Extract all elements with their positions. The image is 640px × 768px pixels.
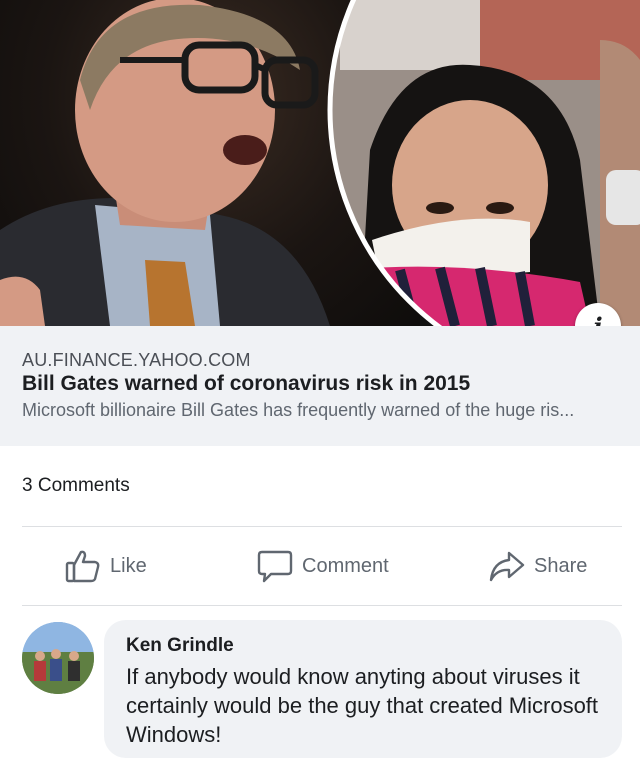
comments-count[interactable]: 3 Comments [22, 475, 130, 497]
like-label: Like [110, 554, 147, 577]
link-domain: AU.FINANCE.YAHOO.COM [22, 350, 251, 370]
divider [22, 605, 622, 606]
comment-author[interactable]: Ken Grindle [126, 635, 234, 657]
thumbs-up-icon [64, 547, 102, 585]
divider [22, 526, 622, 527]
link-title[interactable]: Bill Gates warned of coronavirus risk in… [22, 372, 470, 396]
link-description: Microsoft billionaire Bill Gates has fre… [22, 400, 575, 420]
speech-bubble-icon [256, 547, 294, 585]
share-label: Share [534, 554, 588, 577]
woman-with-mask-photo [0, 0, 640, 326]
comment-text: If anybody would know anyting about viru… [126, 664, 599, 747]
comment-button[interactable]: Comment [256, 545, 389, 587]
comment-label: Comment [302, 554, 389, 577]
like-button[interactable]: Like [64, 545, 147, 587]
share-button[interactable]: Share [488, 545, 587, 587]
link-preview-image[interactable] [0, 0, 640, 326]
avatar[interactable] [22, 622, 94, 694]
share-arrow-icon [488, 547, 526, 585]
